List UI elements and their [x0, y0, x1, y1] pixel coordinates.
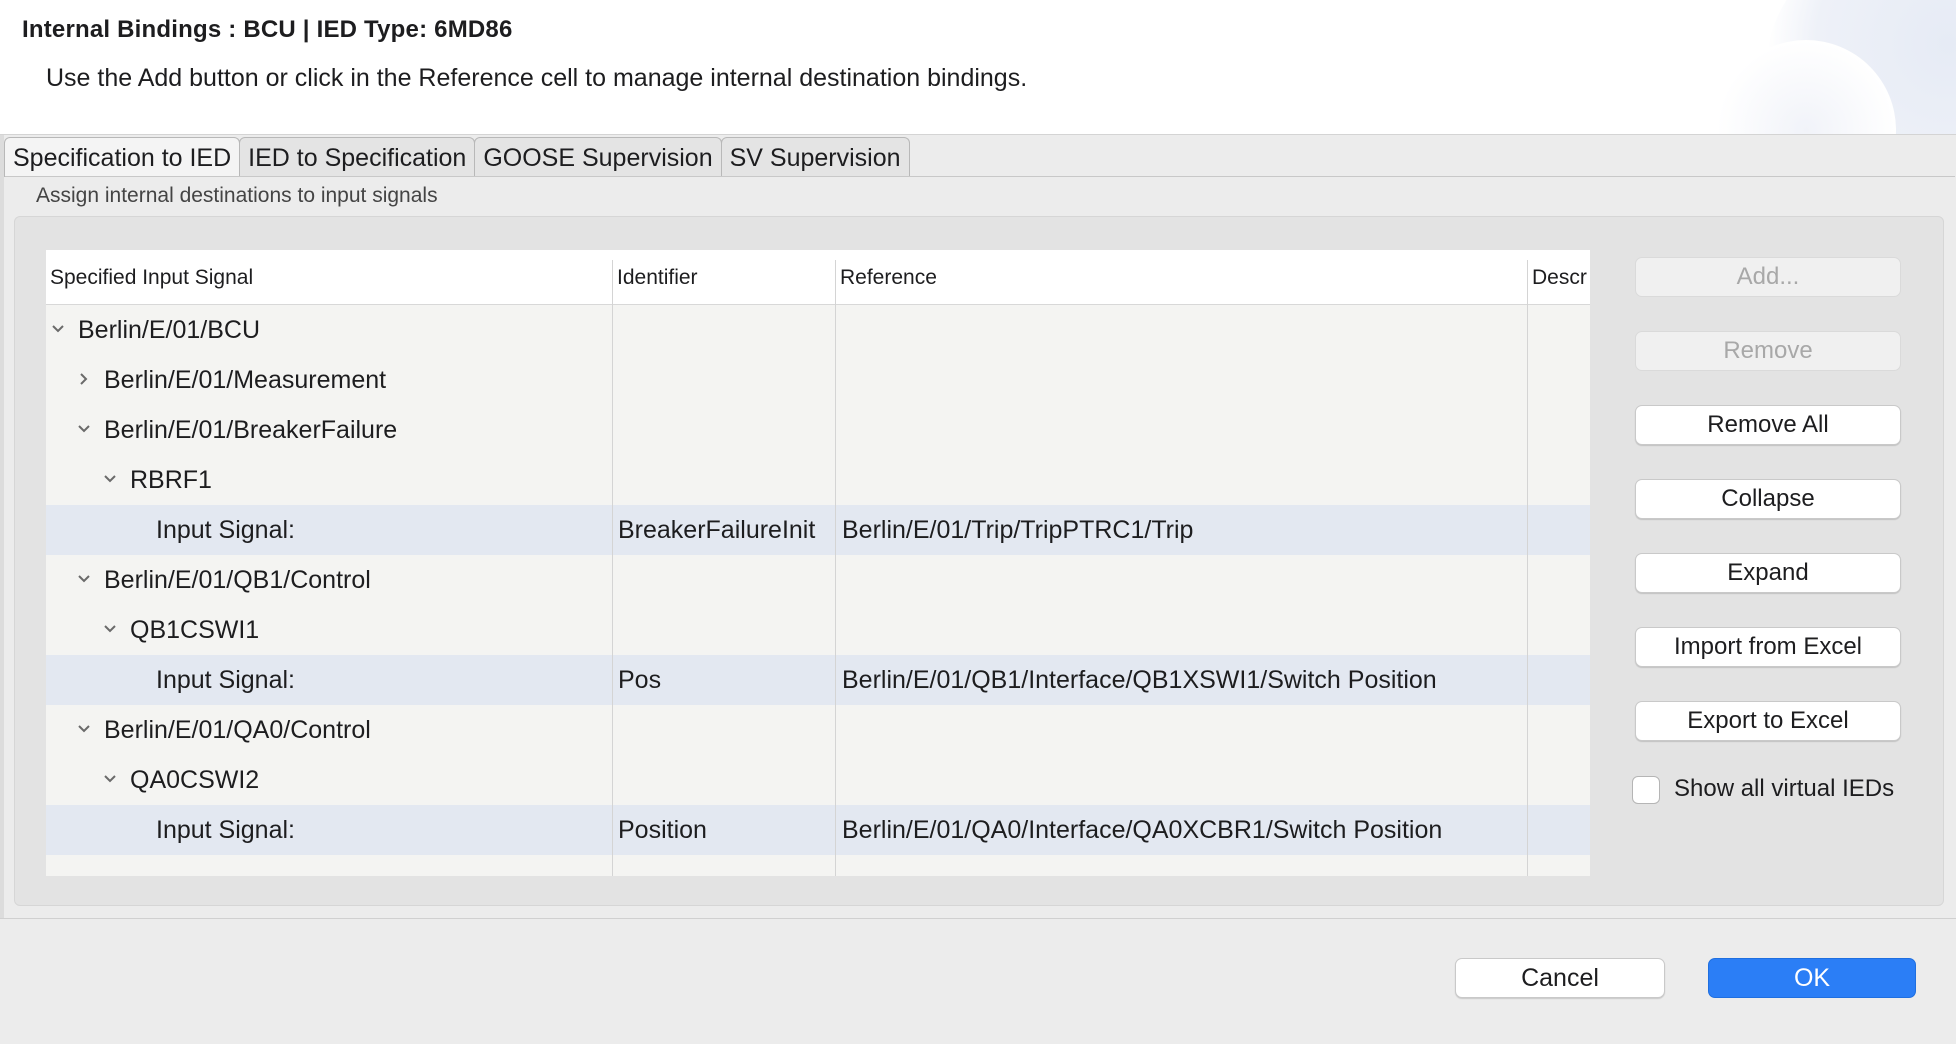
chevron-down-icon[interactable] — [48, 305, 68, 355]
remove-all-button[interactable]: Remove All — [1635, 405, 1901, 445]
tab-specification-to-ied[interactable]: Specification to IED — [4, 137, 241, 177]
remove-button[interactable]: Remove — [1635, 331, 1901, 371]
import-from-excel-button[interactable]: Import from Excel — [1635, 627, 1901, 667]
dialog-title: Internal Bindings : BCU | IED Type: 6MD8… — [22, 16, 513, 43]
ok-button[interactable]: OK — [1708, 958, 1916, 998]
table-row[interactable]: Berlin/E/01/Measurement — [46, 355, 1590, 405]
cell-specified-input-signal: QA0CSWI2 — [130, 766, 260, 794]
column-divider[interactable] — [612, 260, 613, 876]
cell-reference[interactable] — [842, 455, 1526, 505]
column-header-description[interactable]: Descr — [1528, 250, 1590, 305]
chevron-down-icon[interactable] — [74, 555, 94, 605]
table-row[interactable]: Berlin/E/01/BCU — [46, 305, 1590, 355]
dialog-subtitle: Use the Add button or click in the Refer… — [46, 64, 1028, 92]
cell-reference[interactable] — [842, 555, 1526, 605]
panel-caption: Assign internal destinations to input si… — [36, 184, 438, 207]
cell-reference[interactable] — [842, 305, 1526, 355]
table-row[interactable]: QA0CSWI2 — [46, 755, 1590, 805]
tab-bar: Specification to IED IED to Specificatio… — [4, 137, 910, 177]
chevron-down-icon[interactable] — [74, 705, 94, 755]
show-virtual-ieds-label: Show all virtual IEDs — [1674, 775, 1895, 802]
cell-specified-input-signal: Input Signal: — [156, 666, 295, 694]
column-header-identifier[interactable]: Identifier — [613, 250, 835, 305]
column-divider[interactable] — [1527, 260, 1528, 876]
cell-identifier: BreakerFailureInit — [618, 516, 816, 544]
cell-specified-input-signal: QB1CSWI1 — [130, 616, 260, 644]
add-button[interactable]: Add... — [1635, 257, 1901, 297]
chevron-down-icon[interactable] — [74, 405, 94, 455]
table-row[interactable]: Input Signal: Position Berlin/E/01/QA0/Int… — [46, 805, 1590, 855]
chevron-down-icon[interactable] — [100, 755, 120, 805]
table-row[interactable]: Berlin/E/01/QA0/Control — [46, 705, 1590, 755]
cell-reference[interactable] — [842, 355, 1526, 405]
column-header-specified-input-signal[interactable]: Specified Input Signal — [46, 250, 612, 305]
dialog-header: Internal Bindings : BCU | IED Type: 6MD8… — [0, 0, 1956, 135]
table-header: Specified Input Signal Identifier Refere… — [46, 250, 1590, 305]
table-row[interactable]: Berlin/E/01/BreakerFailure — [46, 405, 1590, 455]
window-left-edge — [0, 135, 4, 925]
cell-reference[interactable] — [842, 705, 1526, 755]
chevron-down-icon[interactable] — [100, 605, 120, 655]
cell-reference[interactable]: Berlin/E/01/Trip/TripPTRC1/Trip — [842, 505, 1526, 555]
cell-identifier — [618, 555, 834, 605]
show-virtual-ieds-checkbox[interactable] — [1632, 776, 1660, 804]
cell-identifier — [618, 305, 834, 355]
cell-identifier — [618, 355, 834, 405]
cell-specified-input-signal: RBRF1 — [130, 466, 212, 494]
cell-identifier: Pos — [618, 666, 662, 694]
column-divider[interactable] — [835, 260, 836, 876]
cancel-button[interactable]: Cancel — [1455, 958, 1665, 998]
cell-identifier — [618, 605, 834, 655]
table-row[interactable]: Input Signal: BreakerFailureInit Berlin/E/… — [46, 505, 1590, 555]
tab-ied-to-specification[interactable]: IED to Specification — [239, 137, 476, 177]
cell-identifier: Position — [618, 816, 707, 844]
cell-reference[interactable] — [842, 755, 1526, 805]
table-row[interactable]: Berlin/E/01/QB1/Control — [46, 555, 1590, 605]
tab-goose-supervision[interactable]: GOOSE Supervision — [474, 137, 722, 177]
cell-specified-input-signal: Berlin/E/01/Measurement — [104, 366, 387, 394]
cell-specified-input-signal: Berlin/E/01/QB1/Control — [104, 566, 371, 594]
table-row[interactable]: Input Signal: Pos Berlin/E/01/QB1/Interfac… — [46, 655, 1590, 705]
table-row[interactable]: QB1CSWI1 — [46, 605, 1590, 655]
column-header-reference[interactable]: Reference — [836, 250, 1526, 305]
table-row — [46, 855, 1590, 876]
expand-button[interactable]: Expand — [1635, 553, 1901, 593]
cell-identifier — [618, 455, 834, 505]
table-body: Berlin/E/01/BCU Berlin/E/01/Measurement Be… — [46, 305, 1590, 876]
cell-reference[interactable]: Berlin/E/01/QB1/Interface/QB1XSWI1/Switc… — [842, 655, 1526, 705]
cell-reference[interactable] — [842, 405, 1526, 455]
table-row[interactable]: RBRF1 — [46, 455, 1590, 505]
cell-specified-input-signal: Input Signal: — [156, 816, 295, 844]
tab-sv-supervision[interactable]: SV Supervision — [720, 137, 910, 177]
cell-identifier — [618, 755, 834, 805]
cell-specified-input-signal: Berlin/E/01/BreakerFailure — [104, 416, 398, 444]
cell-identifier — [618, 705, 834, 755]
cell-identifier — [618, 405, 834, 455]
cell-specified-input-signal: Input Signal: — [156, 516, 295, 544]
collapse-button[interactable]: Collapse — [1635, 479, 1901, 519]
chevron-down-icon[interactable] — [100, 455, 120, 505]
cell-specified-input-signal: Berlin/E/01/QA0/Control — [104, 716, 371, 744]
cell-reference[interactable]: Berlin/E/01/QA0/Interface/QA0XCBR1/Switc… — [842, 805, 1526, 855]
chevron-right-icon[interactable] — [74, 355, 94, 405]
export-to-excel-button[interactable]: Export to Excel — [1635, 701, 1901, 741]
bindings-table: Specified Input Signal Identifier Refere… — [46, 250, 1590, 876]
cell-specified-input-signal: Berlin/E/01/BCU — [78, 316, 261, 344]
cell-reference[interactable] — [842, 605, 1526, 655]
